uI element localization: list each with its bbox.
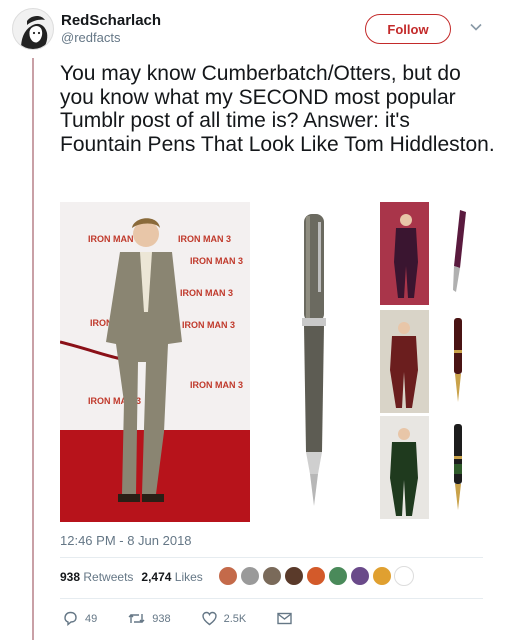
divider: [60, 598, 483, 599]
likes-count: 2,474: [141, 570, 172, 584]
liker-avatar[interactable]: [306, 566, 326, 586]
backdrop-text: IRON MAN 3: [182, 320, 235, 330]
photo-green-costume[interactable]: [380, 416, 429, 519]
tweet-media[interactable]: IRON MAN 3 IRON MAN 3 IRON MAN 3 IRON MA…: [60, 202, 483, 522]
backdrop-text: IRON MAN 3: [178, 234, 231, 244]
tweet-actions: 49 938 2.5K: [62, 610, 323, 627]
retweet-count: 938: [152, 612, 171, 625]
backdrop-text: IRON MAN 3: [190, 380, 243, 390]
likes-label: Likes: [174, 570, 203, 584]
retweet-action[interactable]: 938: [127, 610, 171, 627]
reply-icon: [64, 611, 77, 626]
follow-button[interactable]: Follow: [365, 14, 451, 44]
liker-avatar[interactable]: [218, 566, 238, 586]
photo-fountain-pen[interactable]: [256, 202, 376, 522]
backdrop-text: IRON MAN 3: [180, 288, 233, 298]
photo-green-pen[interactable]: [434, 416, 483, 519]
tweet-text: You may know Cumberbatch/Otters, but do …: [60, 62, 495, 156]
retweet-icon: [128, 614, 145, 623]
liker-avatar[interactable]: [240, 566, 260, 586]
photo-purple-suit[interactable]: [380, 202, 429, 305]
reply-action[interactable]: 49: [62, 610, 97, 627]
like-count: 2.5K: [223, 612, 247, 625]
photo-red-carpet[interactable]: IRON MAN 3 IRON MAN 3 IRON MAN 3 IRON MA…: [60, 202, 250, 522]
tweet-timestamp[interactable]: 12:46 PM - 8 Jun 2018: [60, 533, 192, 548]
photo-grid[interactable]: [380, 202, 483, 522]
likes-stat[interactable]: 2,474 Likes: [141, 570, 202, 584]
engagement-stats: 938 Retweets 2,474 Likes: [60, 570, 203, 584]
liker-avatars: [218, 566, 414, 588]
display-name[interactable]: RedScharlach: [61, 12, 161, 29]
tweet-header: RedScharlach @redfacts Follow: [12, 8, 502, 52]
liker-avatar[interactable]: [350, 566, 370, 586]
liker-avatar[interactable]: [394, 566, 414, 586]
liker-avatar[interactable]: [328, 566, 348, 586]
retweets-label: Retweets: [83, 570, 134, 584]
reply-count: 49: [85, 612, 98, 625]
retweets-stat[interactable]: 938 Retweets: [60, 570, 133, 584]
message-icon: [277, 612, 292, 625]
like-action[interactable]: 2.5K: [201, 610, 247, 627]
backdrop-text: IRON MAN 3: [88, 234, 141, 244]
user-handle[interactable]: @redfacts: [61, 30, 120, 45]
liker-avatar[interactable]: [262, 566, 282, 586]
photo-purple-pen[interactable]: [434, 202, 483, 305]
liker-avatar[interactable]: [372, 566, 392, 586]
avatar[interactable]: [12, 8, 54, 50]
thread-line: [32, 58, 34, 640]
photo-red-pen[interactable]: [434, 310, 483, 413]
divider: [60, 557, 483, 558]
message-action[interactable]: [276, 611, 293, 626]
chevron-down-icon[interactable]: [469, 20, 483, 34]
heart-icon: [201, 611, 217, 626]
liker-avatar[interactable]: [284, 566, 304, 586]
retweets-count: 938: [60, 570, 81, 584]
photo-leather-jacket[interactable]: [380, 310, 429, 413]
backdrop-text: IRON MAN 3: [190, 256, 243, 266]
